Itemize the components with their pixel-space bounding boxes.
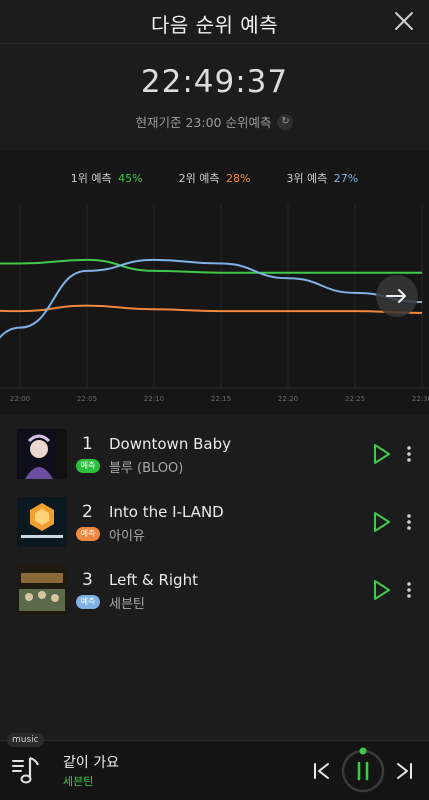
page-title: 다음 순위 예측 (150, 13, 279, 37)
prediction-basis-label: 현재기준 23:00 순위예측 (135, 115, 272, 130)
chart-legend: 1위 예측 45% 2위 예측 28% 3위 예측 27% (0, 170, 429, 186)
previous-track-icon[interactable] (311, 760, 333, 782)
pause-icon[interactable] (341, 747, 385, 793)
rank-prediction-chart: 22:00 22:05 22:10 22:15 22:20 22:25 22:30 (0, 205, 429, 403)
legend-item-2: 2위 예측 28% (179, 170, 251, 186)
artist-name[interactable]: 블루 (BLOO) (109, 457, 183, 476)
legend-label: 2위 예측 (178, 172, 220, 185)
legend-item-3: 3위 예측 27% (286, 170, 358, 186)
album-cover (17, 429, 67, 479)
more-vertical-icon[interactable] (402, 580, 416, 600)
play-icon[interactable] (372, 511, 392, 533)
album-cover (17, 497, 67, 547)
x-tick-label: 22:00 (10, 395, 30, 403)
play-icon[interactable] (372, 443, 392, 465)
song-title[interactable]: Downtown Baby (109, 435, 231, 453)
series-line-2 (0, 304, 423, 314)
prediction-badge: 예측 (76, 459, 100, 473)
now-playing-title[interactable]: 같이 가요 (63, 752, 119, 772)
x-tick-label: 22:20 (278, 395, 298, 403)
x-tick-label: 22:30 (412, 395, 429, 403)
list-item[interactable]: 3 Left & Right 예측 세븐틴 (0, 561, 429, 629)
now-playing-artist[interactable]: 세븐틴 (63, 773, 93, 789)
rank-number: 2 (82, 502, 93, 522)
rank-number: 3 (82, 570, 93, 590)
close-icon[interactable] (393, 10, 415, 32)
arrow-right-icon (386, 289, 406, 303)
clock-block: 22:49:37 현재기준 23:00 순위예측 ↻ (0, 64, 429, 131)
prediction-badge: 예측 (76, 527, 100, 541)
header: 다음 순위 예측 (0, 0, 429, 44)
chart-next-button[interactable] (376, 275, 418, 317)
legend-label: 3위 예측 (286, 172, 328, 185)
artist-name[interactable]: 세븐틴 (109, 593, 145, 612)
legend-item-1: 1위 예측 45% (71, 170, 143, 186)
album-cover (17, 565, 67, 615)
prediction-list: 1 Downtown Baby 예측 블루 (BLOO) 2 Into the … (0, 425, 429, 629)
current-time: 22:49:37 (140, 64, 289, 100)
next-track-icon[interactable] (393, 760, 415, 782)
x-tick-label: 22:15 (211, 395, 231, 403)
song-title[interactable]: Into the I-LAND (109, 503, 224, 521)
prediction-basis: 현재기준 23:00 순위예측 ↻ (0, 112, 429, 131)
music-tag: music (7, 733, 44, 747)
series-line-3 (0, 258, 423, 339)
list-item[interactable]: 1 Downtown Baby 예측 블루 (BLOO) (0, 425, 429, 493)
song-title[interactable]: Left & Right (109, 571, 198, 589)
refresh-icon[interactable]: ↻ (277, 113, 294, 130)
x-tick-label: 22:05 (77, 395, 97, 403)
artist-name[interactable]: 아이유 (109, 525, 145, 544)
legend-pct: 27% (333, 172, 359, 185)
legend-pct: 28% (225, 172, 251, 185)
list-item[interactable]: 2 Into the I-LAND 예측 아이유 (0, 493, 429, 561)
play-icon[interactable] (372, 579, 392, 601)
series-line-1 (0, 258, 422, 274)
legend-pct: 45% (118, 172, 143, 185)
rank-number: 1 (82, 434, 93, 454)
x-tick-label: 22:10 (144, 395, 164, 403)
playlist-music-icon[interactable] (10, 752, 44, 786)
more-vertical-icon[interactable] (402, 444, 416, 464)
prediction-badge: 예측 (76, 595, 100, 609)
legend-label: 1위 예측 (70, 172, 112, 185)
x-tick-label: 22:25 (345, 395, 365, 403)
more-vertical-icon[interactable] (402, 512, 416, 532)
